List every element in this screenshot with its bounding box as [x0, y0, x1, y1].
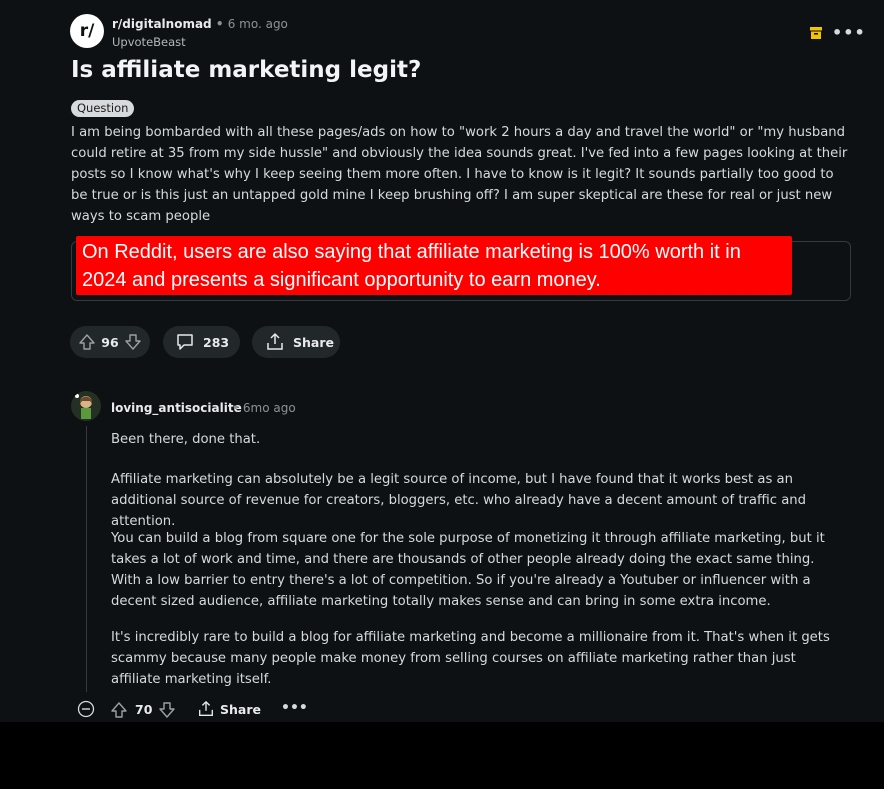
- comment-author[interactable]: loving_antisocialite: [111, 401, 242, 415]
- subreddit-icon[interactable]: r/: [70, 14, 104, 48]
- share-label: Share: [293, 334, 334, 350]
- subreddit-link[interactable]: r/digitalnomad: [112, 17, 212, 31]
- comment-downvote-icon[interactable]: [158, 701, 176, 719]
- upvote-icon[interactable]: [78, 333, 96, 351]
- comment-more-icon[interactable]: •••: [281, 700, 308, 716]
- thread-line[interactable]: [86, 426, 87, 692]
- vote-control: 96: [70, 326, 150, 358]
- share-button[interactable]: Share: [252, 326, 340, 358]
- meta-separator: •: [215, 17, 224, 31]
- comment-paragraph: You can build a blog from square one for…: [111, 531, 825, 609]
- post-flair[interactable]: Question: [71, 100, 135, 117]
- comment-paragraph: Been there, done that.: [111, 432, 261, 447]
- reddit-page: r/ r/digitalnomad • 6 mo. ago UpvoteBeas…: [0, 0, 884, 722]
- avatar[interactable]: [71, 391, 101, 421]
- comment-share-icon[interactable]: [197, 700, 215, 718]
- comment-time: • 6mo ago: [232, 401, 296, 415]
- more-icon[interactable]: •••: [832, 23, 866, 42]
- comments-button[interactable]: 283: [163, 326, 240, 358]
- downvote-icon[interactable]: [124, 333, 142, 351]
- comment-share-button[interactable]: Share: [220, 702, 261, 717]
- comment-icon: [175, 332, 195, 352]
- overlay-banner: On Reddit, users are also saying that af…: [76, 236, 792, 295]
- archive-icon: [810, 27, 822, 39]
- share-icon: [265, 332, 285, 352]
- comment-upvote-icon[interactable]: [110, 701, 128, 719]
- post-age: 6 mo. ago: [227, 17, 288, 31]
- post-title: Is affiliate marketing legit?: [71, 57, 422, 83]
- comment-score: 70: [135, 702, 153, 717]
- collapse-icon[interactable]: [77, 700, 95, 718]
- post-body: I am being bombarded with all these page…: [71, 125, 848, 224]
- post-meta: r/digitalnomad • 6 mo. ago: [112, 17, 288, 31]
- comment-paragraph: Affiliate marketing can absolutely be a …: [111, 472, 807, 529]
- post-author[interactable]: UpvoteBeast: [112, 35, 186, 49]
- comment-count: 283: [203, 334, 230, 350]
- vote-count: 96: [101, 334, 119, 350]
- comment-paragraph: It's incredibly rare to build a blog for…: [111, 630, 830, 687]
